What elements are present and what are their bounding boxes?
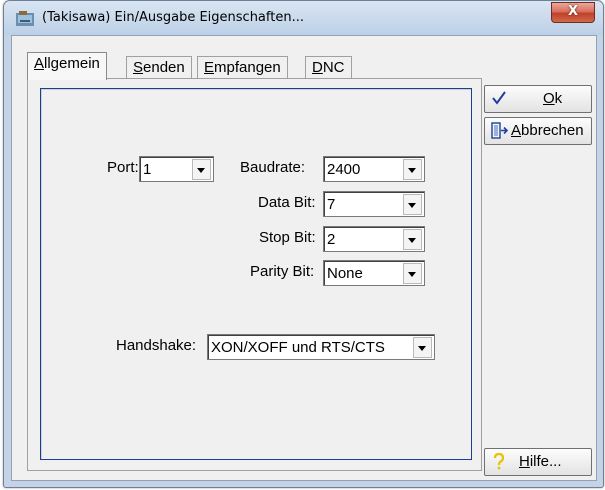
handshake-value: XON/XOFF und RTS/CTS: [211, 339, 385, 356]
cancel-accel: A: [511, 122, 522, 139]
ok-label-rest: k: [554, 90, 563, 107]
tab-empfangen-accel: E: [204, 59, 215, 76]
data-bit-value: 7: [327, 196, 336, 213]
port-value: 1: [143, 161, 152, 178]
data-bit-select[interactable]: 7: [323, 191, 425, 217]
tab-empfangen-label: mpfangen: [214, 59, 281, 76]
dialog-window: (Takisawa) Ein/Ausgabe Eigenschaften... …: [3, 0, 604, 488]
parity-bit-value: None: [327, 265, 363, 282]
tab-dnc[interactable]: DNC: [305, 56, 352, 79]
stop-bit-select[interactable]: 2: [323, 226, 425, 252]
ok-button[interactable]: Ok: [484, 85, 592, 113]
ok-accel: O: [543, 90, 555, 107]
help-button[interactable]: Hilfe...: [484, 448, 592, 476]
title-bar[interactable]: (Takisawa) Ein/Ausgabe Eigenschaften... …: [4, 1, 603, 35]
tab-allgemein-accel: A: [34, 55, 45, 72]
chevron-down-icon[interactable]: [403, 229, 422, 250]
tab-senden-accel: S: [133, 59, 144, 76]
tab-dnc-accel: D: [312, 59, 323, 76]
baudrate-select[interactable]: 2400: [323, 156, 425, 182]
baudrate-value: 2400: [327, 161, 361, 178]
tab-panel-allgemein: Port: 1 Baudrate: 2400 Data Bit: 7 Stop …: [27, 78, 482, 471]
chevron-down-icon[interactable]: [413, 337, 432, 358]
chevron-down-icon[interactable]: [403, 194, 422, 215]
stop-bit-label: Stop Bit:: [259, 229, 316, 246]
close-button[interactable]: X: [551, 2, 595, 23]
chevron-down-icon[interactable]: [403, 159, 422, 180]
tab-allgemein[interactable]: Allgemein: [27, 52, 107, 80]
parity-bit-label: Parity Bit:: [250, 263, 315, 280]
question-mark-icon: [493, 453, 505, 470]
tab-dnc-label: NC: [322, 59, 345, 76]
parity-bit-select[interactable]: None: [323, 260, 425, 286]
exit-door-icon: [491, 122, 509, 139]
cancel-button[interactable]: Abbrechen: [484, 117, 592, 145]
tab-empfangen[interactable]: Empfangen: [197, 56, 288, 79]
checkmark-icon: [492, 91, 506, 105]
port-label: Port:: [107, 159, 139, 176]
settings-group: Port: 1 Baudrate: 2400 Data Bit: 7 Stop …: [40, 88, 472, 460]
client-area: Allgemein Senden Empfangen DNC Port: 1 B…: [11, 35, 597, 481]
cancel-label-rest: bbrechen: [521, 122, 584, 139]
help-accel: H: [519, 453, 530, 470]
help-label: Hilfe...: [519, 453, 562, 470]
tab-allgemein-label: llgemein: [44, 55, 100, 72]
stop-bit-value: 2: [327, 231, 336, 248]
port-select[interactable]: 1: [139, 156, 214, 182]
data-bit-label: Data Bit:: [258, 194, 316, 211]
chevron-down-icon[interactable]: [403, 263, 422, 284]
help-label-rest: ilfe...: [529, 453, 562, 470]
handshake-label: Handshake:: [116, 337, 197, 354]
close-icon: X: [567, 4, 579, 19]
cancel-label: Abbrechen: [511, 122, 584, 139]
tab-senden-label: enden: [143, 59, 185, 76]
app-icon: [16, 11, 34, 26]
handshake-select[interactable]: XON/XOFF und RTS/CTS: [207, 334, 435, 360]
baudrate-label: Baudrate:: [240, 159, 306, 176]
window-title: (Takisawa) Ein/Ausgabe Eigenschaften...: [42, 10, 304, 25]
ok-label: Ok: [543, 90, 562, 107]
tab-senden[interactable]: Senden: [126, 56, 192, 79]
chevron-down-icon[interactable]: [192, 159, 211, 180]
